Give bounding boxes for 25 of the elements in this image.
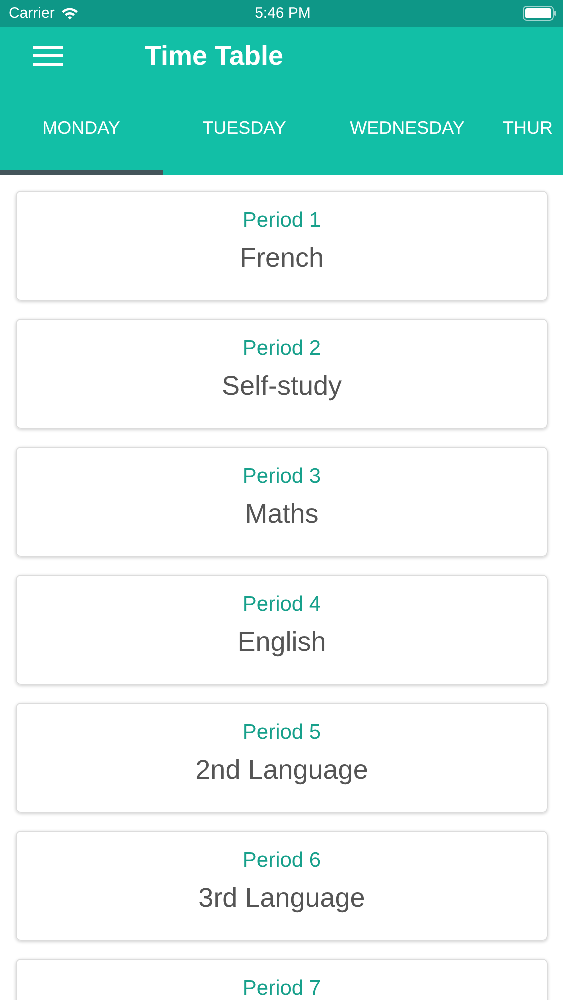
subject-name: Self-study — [222, 371, 342, 402]
period-card[interactable]: Period 6 3rd Language — [16, 831, 548, 941]
wifi-icon — [60, 7, 79, 20]
period-label: Period 4 — [242, 593, 322, 616]
period-card[interactable]: Period 2 Self-study — [16, 319, 548, 429]
period-label: Period 6 — [242, 849, 322, 872]
period-label: Period 2 — [242, 337, 322, 360]
carrier-name: Carrier — [9, 5, 55, 22]
subject-name: 3rd Language — [198, 883, 366, 914]
battery-icon — [523, 6, 557, 21]
subject-name: Maths — [245, 499, 319, 530]
period-card[interactable]: Period 3 Maths — [16, 447, 548, 557]
period-label: Period 7 — [242, 977, 322, 1000]
app-title: Time Table — [145, 40, 284, 72]
subject-name: French — [240, 243, 324, 274]
subject-name: 2nd Language — [196, 755, 368, 786]
period-label: Period 5 — [242, 721, 322, 744]
status-time: 5:46 PM — [255, 5, 311, 22]
period-label: Period 3 — [242, 465, 322, 488]
subject-name: English — [238, 627, 326, 658]
period-card[interactable]: Period 4 English — [16, 575, 548, 685]
period-label: Period 1 — [242, 209, 322, 232]
period-card[interactable]: Period 5 2nd Language — [16, 703, 548, 813]
menu-icon[interactable] — [33, 45, 63, 67]
period-card[interactable]: Period 1 French — [16, 191, 548, 301]
